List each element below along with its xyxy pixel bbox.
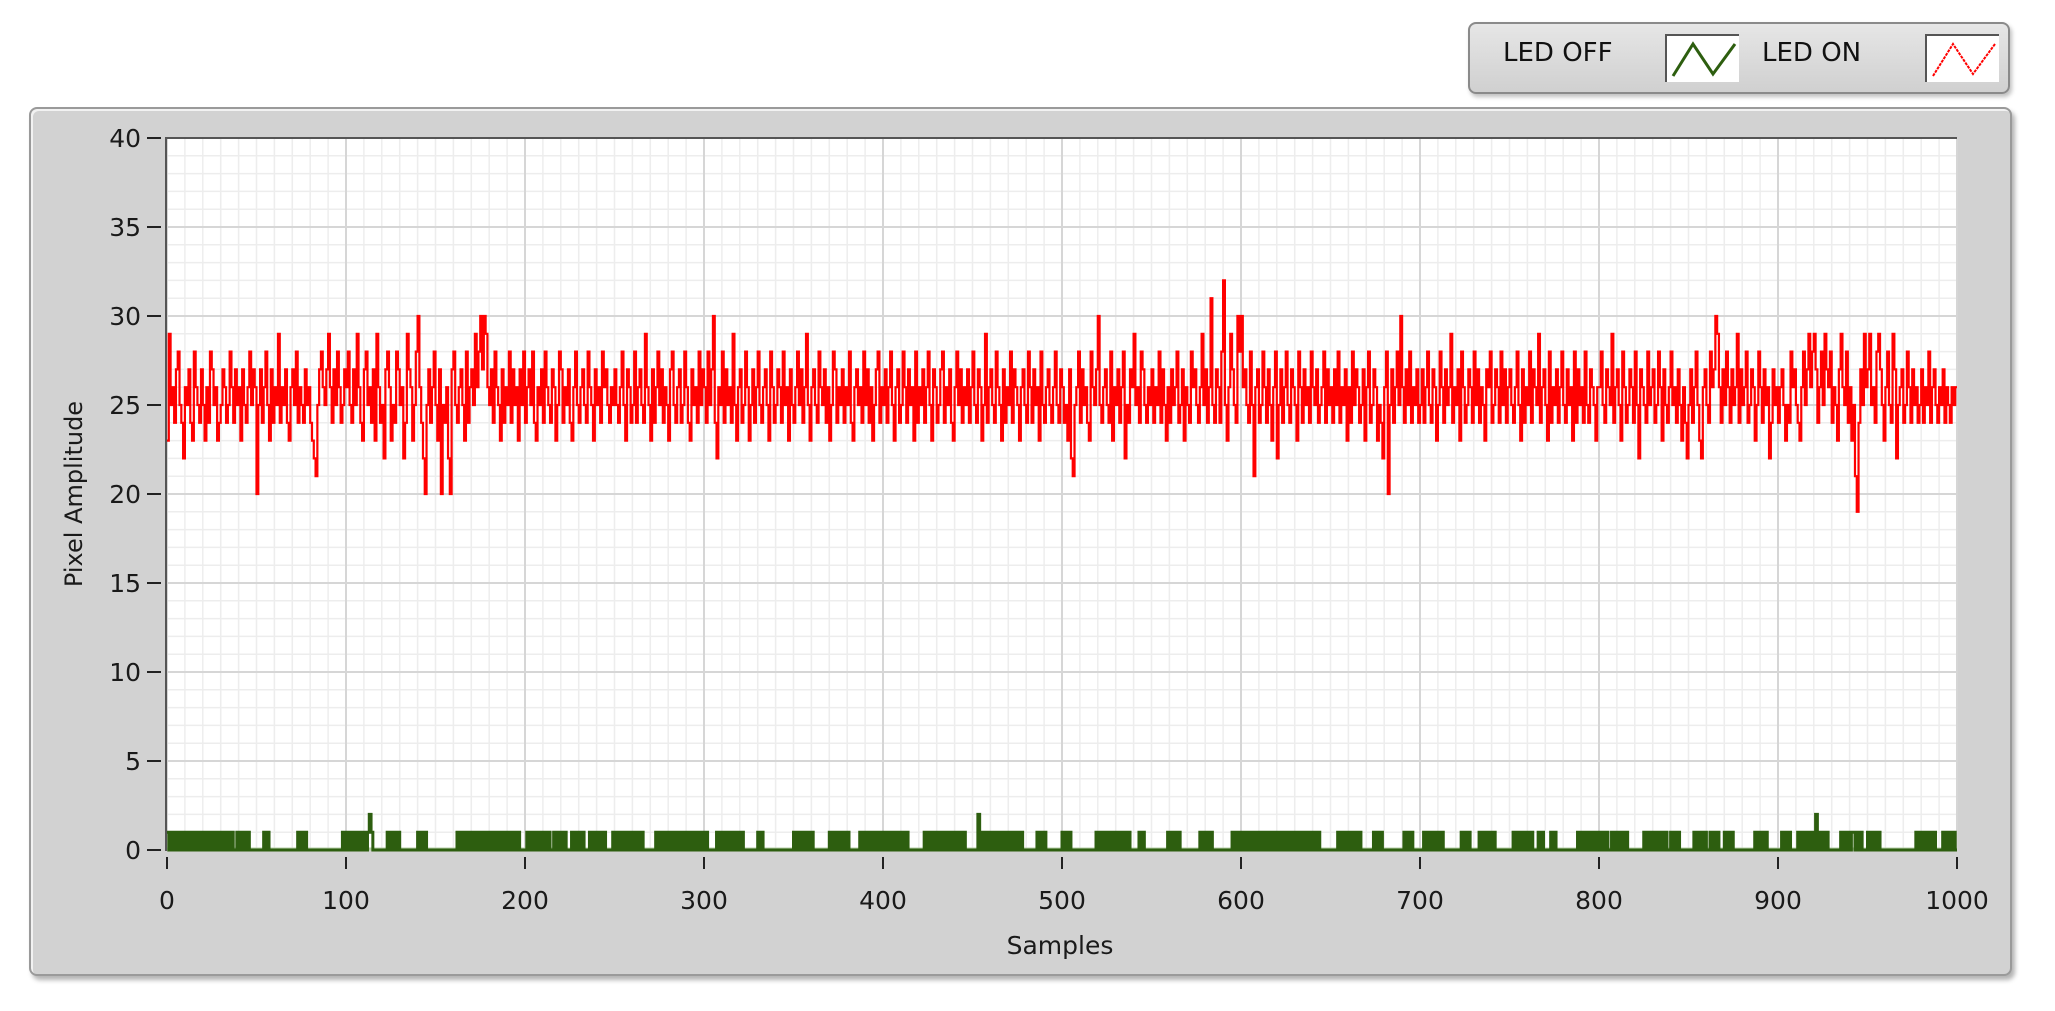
y-axis-title: Pixel Amplitude xyxy=(60,401,88,587)
y-tick-label: 0 xyxy=(125,836,141,865)
y-tick-label: 35 xyxy=(109,213,141,242)
y-tick-label: 15 xyxy=(109,569,141,598)
y-tick-label: 5 xyxy=(125,747,141,776)
x-tick-label: 200 xyxy=(501,886,549,915)
x-axis: 0 100 200 300 400 500 600 700 800 900 1000 xyxy=(159,857,1989,915)
x-tick-label: 500 xyxy=(1038,886,1086,915)
y-tick-label: 40 xyxy=(109,124,141,153)
y-tick-label: 30 xyxy=(109,302,141,331)
y-tick-label: 10 xyxy=(109,658,141,687)
x-axis-title: Samples xyxy=(1007,931,1114,960)
y-tick-label: 20 xyxy=(109,480,141,509)
x-tick-label: 400 xyxy=(859,886,907,915)
x-tick-label: 600 xyxy=(1217,886,1265,915)
x-tick-label: 0 xyxy=(159,886,175,915)
x-tick-label: 1000 xyxy=(1925,886,1989,915)
y-axis: 0 5 10 15 20 25 30 35 40 xyxy=(109,124,161,865)
y-tick-label: 25 xyxy=(109,391,141,420)
waveform-chart: 0 5 10 15 20 25 30 35 40 0 100 200 300 400 500 600 700 8… xyxy=(60,124,1989,960)
x-tick-label: 700 xyxy=(1396,886,1444,915)
x-tick-label: 800 xyxy=(1575,886,1623,915)
x-tick-label: 300 xyxy=(680,886,728,915)
x-tick-label: 900 xyxy=(1754,886,1802,915)
x-tick-label: 100 xyxy=(322,886,370,915)
